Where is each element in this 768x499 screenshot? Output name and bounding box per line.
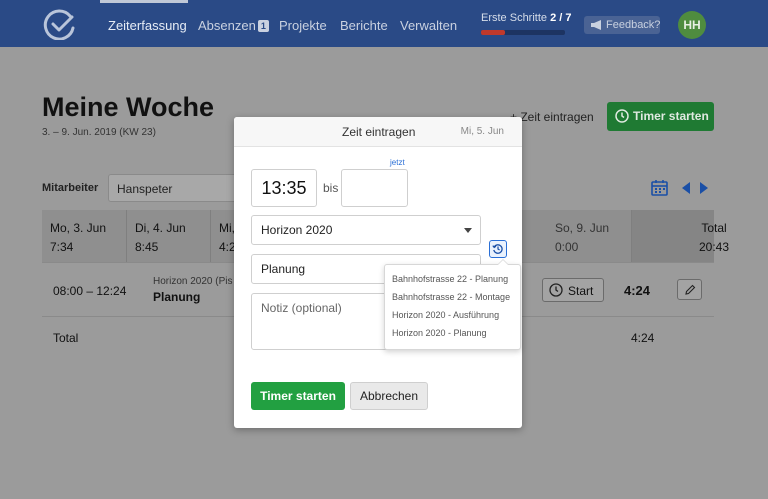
calendar-icon[interactable]: [651, 179, 668, 196]
dropdown-pointer: [497, 259, 509, 265]
previous-week-arrow[interactable]: [682, 182, 690, 194]
entry-task: Planung: [153, 290, 201, 304]
modal-date: Mi, 5. Jun: [460, 126, 504, 137]
page-title: Meine Woche: [42, 92, 215, 122]
modal-title: Zeit eintragen: [342, 125, 416, 139]
top-navigation: Zeiterfassung Absenzen 1 Projekte Bericht…: [0, 0, 768, 47]
footer-total-value: 4:24: [631, 331, 655, 345]
start-timer-button[interactable]: Timer starten: [607, 102, 714, 131]
onboarding-steps[interactable]: Erste Schritte 2 / 7: [481, 12, 572, 24]
project-select[interactable]: Horizon 2020: [251, 215, 481, 245]
active-tab-indicator: [100, 0, 188, 3]
employee-select[interactable]: Hanspeter: [108, 174, 238, 202]
megaphone-icon: [591, 20, 601, 30]
day-label: Di, 4. Jun: [135, 221, 186, 235]
nav-projekte[interactable]: Projekte: [279, 18, 327, 33]
steps-progress-fill: [481, 30, 505, 35]
nav-zeiterfassung[interactable]: Zeiterfassung: [108, 18, 187, 33]
modal-header: Zeit eintragen Mi, 5. Jun: [234, 117, 522, 147]
history-button[interactable]: [489, 240, 507, 258]
day-hours: 0:00: [555, 240, 579, 254]
pencil-icon: [685, 284, 696, 295]
add-entry-link[interactable]: + Zeit eintragen: [510, 110, 594, 124]
day-column-sun[interactable]: So, 9. Jun 0:00: [547, 210, 632, 262]
logo-check-icon[interactable]: [40, 8, 78, 40]
nav-absenzen[interactable]: Absenzen 1: [198, 18, 269, 33]
employee-label: Mitarbeiter: [42, 182, 99, 194]
until-label: bis: [323, 181, 339, 195]
day-label: Mo, 3. Jun: [50, 221, 107, 235]
edit-entry-button[interactable]: [677, 279, 702, 300]
chevron-down-icon: [464, 228, 472, 233]
entry-project: Horizon 2020 (Pis: [153, 276, 233, 287]
total-label: Total: [701, 221, 727, 235]
day-hours: 4:2: [219, 240, 234, 254]
feedback-button[interactable]: Feedback?: [584, 16, 660, 34]
entry-time: 08:00 – 12:24: [53, 284, 127, 298]
day-column-wed[interactable]: Mi, 5. Jun 4:2: [211, 210, 234, 262]
clock-icon: [615, 109, 629, 123]
cancel-button[interactable]: Abbrechen: [350, 382, 428, 410]
suggestion-item[interactable]: Horizon 2020 - Planung: [392, 328, 487, 338]
avatar[interactable]: HH: [678, 11, 706, 39]
steps-label: Erste Schritte: [481, 12, 548, 24]
nav-berichte[interactable]: Berichte: [340, 18, 388, 33]
entry-start-button[interactable]: Start: [542, 278, 604, 302]
start-timer-submit-button[interactable]: Timer starten: [251, 382, 345, 410]
recent-entries-dropdown: Bahnhofstrasse 22 - Planung Bahnhofstras…: [384, 259, 521, 350]
day-label: Mi, 5. Jun: [219, 221, 234, 235]
week-range: 3. – 9. Jun. 2019 (KW 23): [42, 127, 156, 138]
history-icon: [492, 244, 503, 254]
suggestion-item[interactable]: Bahnhofstrasse 22 - Planung: [392, 274, 508, 284]
day-hours: 7:34: [50, 240, 74, 254]
nav-verwalten[interactable]: Verwalten: [400, 18, 457, 33]
day-column-mon[interactable]: Mo, 3. Jun 7:34: [42, 210, 127, 262]
start-timer-label: Timer starten: [633, 109, 709, 123]
now-link[interactable]: jetzt: [390, 158, 405, 167]
footer-total-label: Total: [53, 331, 79, 345]
entry-start-label: Start: [568, 284, 594, 298]
end-time-input[interactable]: [341, 169, 408, 207]
absenzen-count-badge: 1: [257, 20, 269, 32]
steps-value: 2 / 7: [550, 12, 572, 24]
suggestion-item[interactable]: Bahnhofstrasse 22 - Montage: [392, 292, 510, 302]
nav-absenzen-label: Absenzen: [198, 18, 256, 33]
feedback-label: Feedback?: [606, 19, 661, 31]
day-column-tue[interactable]: Di, 4. Jun 8:45: [127, 210, 211, 262]
steps-progress-bar: [481, 30, 565, 35]
clock-icon: [549, 283, 563, 297]
start-time-input[interactable]: 13:35: [251, 169, 317, 207]
suggestion-item[interactable]: Horizon 2020 - Ausführung: [392, 310, 499, 320]
week-total-column: Total 20:43: [632, 210, 729, 262]
entry-sum: 4:24: [624, 283, 651, 298]
day-label: So, 9. Jun: [555, 221, 610, 235]
next-week-arrow[interactable]: [700, 182, 708, 194]
day-hours: 8:45: [135, 240, 159, 254]
total-hours: 20:43: [698, 240, 730, 254]
project-select-value: Horizon 2020: [261, 223, 333, 237]
